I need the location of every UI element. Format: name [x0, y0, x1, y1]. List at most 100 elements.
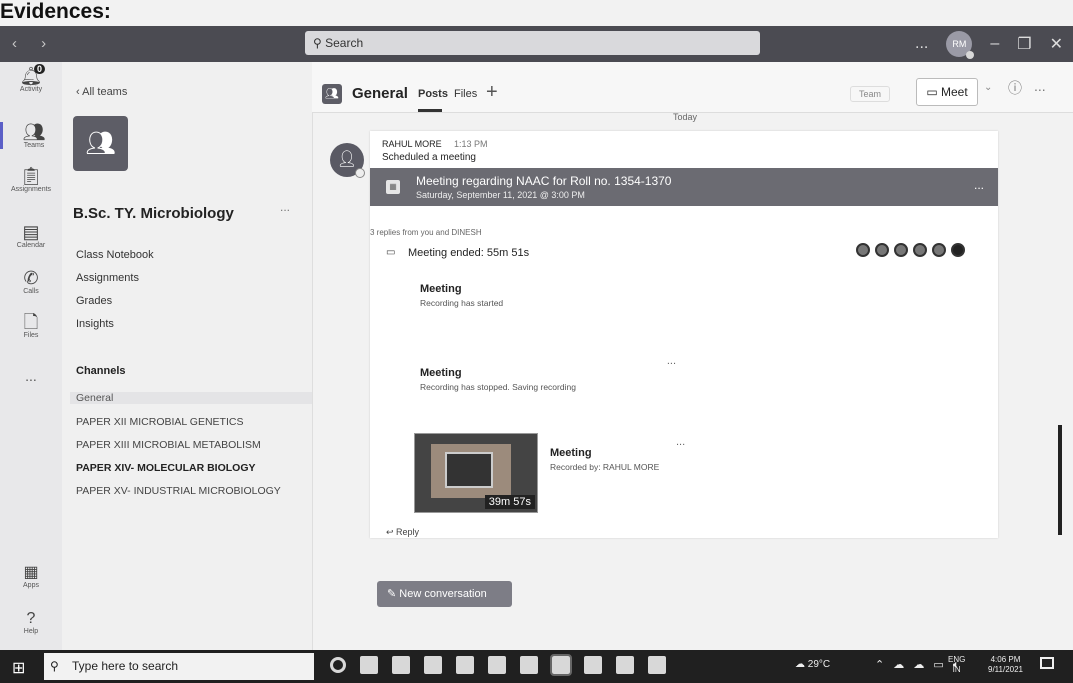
- maximize-button[interactable]: ❐: [1017, 34, 1031, 54]
- more-options-icon[interactable]: ...: [915, 35, 928, 53]
- grades-link[interactable]: Grades: [76, 295, 112, 307]
- assignments-icon: 📋︎: [19, 166, 43, 186]
- file-icon: 🗋︎: [23, 312, 39, 332]
- calendar-icon: ▦: [386, 180, 400, 194]
- channel-paper-xii[interactable]: PAPER XII MICROBIAL GENETICS: [76, 416, 243, 428]
- weather-temp: 29°C: [807, 659, 831, 670]
- help-icon: ?: [26, 610, 36, 627]
- rail-help[interactable]: ? Help: [0, 610, 62, 635]
- tab-files[interactable]: Files: [454, 88, 477, 100]
- browser-icon[interactable]: [584, 656, 602, 674]
- rail-more[interactable]: ...: [0, 368, 62, 384]
- meeting-card[interactable]: ▦ Meeting regarding NAAC for Roll no. 13…: [370, 168, 998, 206]
- calendar-icon: ▤: [22, 222, 40, 242]
- reply-button[interactable]: ↩ Reply: [386, 527, 419, 538]
- new-conversation-button[interactable]: ✎ New conversation: [377, 581, 512, 607]
- meeting-date: Saturday, September 11, 2021 @ 3:00 PM: [416, 190, 585, 200]
- recording-more-button[interactable]: ...: [676, 436, 685, 448]
- back-forward-arrows[interactable]: ‹ ›: [12, 35, 56, 52]
- participant-avatar[interactable]: [932, 243, 946, 257]
- rail-assignments-label: Assignments: [10, 186, 52, 193]
- search-icon: ⚲: [313, 36, 326, 50]
- photos-icon[interactable]: [616, 656, 634, 674]
- channel-general[interactable]: General: [70, 392, 312, 404]
- video-preview: [431, 444, 511, 498]
- assignments-link[interactable]: Assignments: [76, 272, 139, 284]
- apps-icon: ▦: [23, 564, 39, 581]
- folder-icon[interactable]: [488, 656, 506, 674]
- participant-avatar[interactable]: [875, 243, 889, 257]
- replies-summary[interactable]: 3 replies from you and DINESH: [370, 228, 482, 237]
- recording-thumbnail[interactable]: 39m 57s: [414, 433, 538, 513]
- minimize-button[interactable]: –: [990, 35, 999, 53]
- meet-button[interactable]: ▭ Meet: [916, 78, 978, 106]
- compose-icon: ✎: [387, 588, 400, 600]
- rail-files-label: Files: [23, 332, 39, 339]
- cortana-icon[interactable]: [330, 657, 346, 673]
- close-button[interactable]: ✕: [1050, 34, 1063, 54]
- channel-paper-xiv[interactable]: PAPER XIV- MOLECULAR BIOLOGY: [76, 462, 255, 474]
- insights-link[interactable]: Insights: [76, 318, 114, 330]
- rail-help-label: Help: [23, 628, 39, 635]
- rail-activity-label: Activity: [19, 86, 43, 93]
- weather-widget[interactable]: ☁ 29°C: [795, 659, 830, 670]
- language-indicator[interactable]: ENG IN: [948, 655, 965, 675]
- meeting-more-button[interactable]: ...: [974, 178, 984, 192]
- info-icon[interactable]: ⓘ: [1008, 78, 1022, 98]
- mail-icon[interactable]: [520, 656, 538, 674]
- card-subtitle: Recording has stopped. Saving recording: [420, 382, 576, 392]
- participant-avatar[interactable]: [894, 243, 908, 257]
- teams-app-icon[interactable]: [392, 656, 410, 674]
- scrollbar[interactable]: [1058, 425, 1062, 535]
- chevron-down-icon[interactable]: ⌄: [984, 82, 992, 93]
- task-view-icon[interactable]: [360, 656, 378, 674]
- taskbar-search[interactable]: Type here to search: [44, 653, 314, 680]
- participant-avatar[interactable]: [951, 243, 965, 257]
- add-tab-button[interactable]: +: [486, 81, 498, 104]
- store-icon[interactable]: [456, 656, 474, 674]
- clock-date: 9/11/2021: [988, 665, 1023, 674]
- class-notebook-link[interactable]: Class Notebook: [76, 249, 154, 261]
- search-placeholder: Search: [325, 36, 364, 50]
- tab-posts[interactable]: Posts: [418, 88, 448, 100]
- card-title: Meeting: [420, 367, 462, 379]
- channel-header: 👥︎ General Posts Files + Team ▭ Meet ⌄ ⓘ…: [312, 62, 1073, 113]
- post-text: Scheduled a meeting: [382, 152, 476, 163]
- search-box[interactable]: ⚲ Search: [305, 31, 760, 55]
- notification-icon[interactable]: [1040, 657, 1054, 669]
- calculator-icon[interactable]: [648, 656, 666, 674]
- windows-start-icon[interactable]: ⊞: [12, 658, 25, 678]
- rail-files[interactable]: 🗋︎ Files: [0, 312, 62, 339]
- team-panel: ‹ All teams 👥︎ B.Sc. TY. Microbiology ..…: [62, 62, 313, 650]
- meet-label: Meet: [940, 85, 968, 99]
- rail-calls[interactable]: ✆ Calls: [0, 268, 62, 295]
- clock[interactable]: 4:06 PM 9/11/2021: [988, 655, 1023, 675]
- video-frame: [445, 452, 493, 488]
- participant-avatar[interactable]: [856, 243, 870, 257]
- rail-assignments[interactable]: 📋︎ Assignments: [0, 166, 62, 193]
- rail-calendar[interactable]: ▤ Calendar: [0, 222, 62, 249]
- all-teams-link[interactable]: ‹ All teams: [76, 86, 127, 98]
- app-icon[interactable]: [550, 654, 572, 676]
- activity-badge: 0: [34, 64, 46, 74]
- recording-title[interactable]: Meeting: [550, 447, 592, 459]
- channels-heading: Channels: [76, 365, 126, 377]
- recording-started-card: Meeting Recording has started: [410, 271, 688, 331]
- rail-activity[interactable]: 🔔︎ 0 Activity: [0, 64, 62, 93]
- channel-paper-xiii[interactable]: PAPER XIII MICROBIAL METABOLISM: [76, 439, 261, 451]
- rail-teams-label: Teams: [23, 142, 45, 149]
- rail-apps[interactable]: ▦ Apps: [0, 562, 62, 589]
- team-button[interactable]: Team: [850, 86, 891, 102]
- channel-more-button[interactable]: ...: [1034, 78, 1046, 94]
- channel-paper-xv[interactable]: PAPER XV- INDUSTRIAL MICROBIOLOGY: [76, 485, 281, 497]
- team-name[interactable]: B.Sc. TY. Microbiology: [73, 205, 234, 222]
- meeting-ended-text: Meeting ended: 55m 51s: [408, 247, 530, 259]
- rail-teams[interactable]: 👥︎ Teams: [0, 122, 65, 149]
- evidences-caption: Evidences:: [0, 0, 111, 23]
- rail-calls-label: Calls: [23, 288, 39, 295]
- user-avatar[interactable]: RM: [946, 31, 975, 59]
- participant-avatar[interactable]: [913, 243, 927, 257]
- team-more-button[interactable]: ...: [280, 200, 290, 214]
- chrome-icon[interactable]: [424, 656, 442, 674]
- card-more-button[interactable]: ...: [667, 355, 676, 367]
